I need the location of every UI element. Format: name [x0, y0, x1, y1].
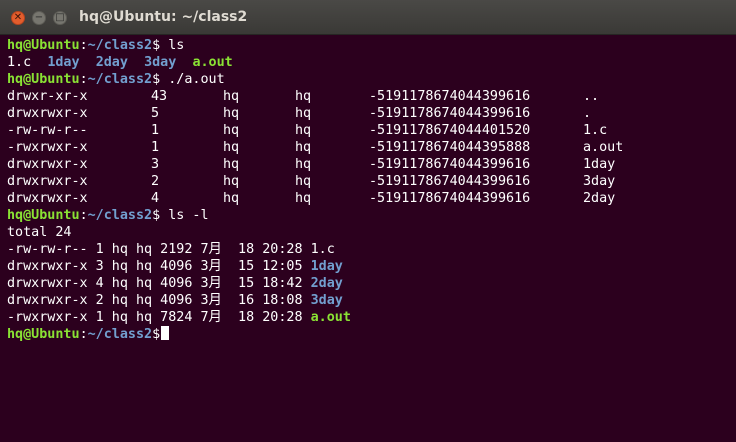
aout-row: drwxrwxr-x 5 hq hq -5191178674044399616. [7, 106, 592, 121]
prompt-path: ~/class2 [87, 72, 153, 87]
prompt-line: hq@Ubuntu:~/class2$ [7, 326, 736, 343]
maximize-icon[interactable]: □ [53, 11, 67, 25]
prompt-path: ~/class2 [87, 38, 153, 53]
window-title: hq@Ubuntu: ~/class2 [79, 9, 248, 25]
terminal-window: ✕ − □ hq@Ubuntu: ~/class2 hq@Ubuntu:~/cl… [0, 0, 736, 442]
dir-entry: 1day [47, 55, 80, 70]
file-entry: 1.c [310, 242, 335, 257]
prompt-user: hq@Ubuntu [7, 327, 80, 342]
prompt-line: hq@Ubuntu:~/class2$ ls -l [7, 208, 209, 223]
command-text: ./a.out [160, 72, 225, 87]
prompt-path: ~/class2 [87, 208, 153, 223]
title-bar: ✕ − □ hq@Ubuntu: ~/class2 [0, 0, 736, 35]
prompt-user: hq@Ubuntu [7, 72, 80, 87]
lsl-row: -rwxrwxr-x 1 hq hq 7824 7月 18 20:28 a.ou… [7, 310, 351, 325]
dir-entry: 1day [310, 259, 343, 274]
lsl-row: -rw-rw-r-- 1 hq hq 2192 7月 18 20:28 1.c [7, 242, 335, 257]
prompt-user: hq@Ubuntu [7, 208, 80, 223]
dir-entry: 3day [310, 293, 343, 308]
lsl-row: drwxrwxr-x 2 hq hq 4096 3月 16 18:08 3day [7, 293, 343, 308]
ls-output-line: 1.c 1day 2day 3day a.out [7, 54, 736, 71]
text-cursor [161, 326, 170, 340]
prompt-path: ~/class2 [87, 327, 153, 342]
aout-row: drwxrwxr-x 4 hq hq -5191178674044399616 2day [7, 191, 616, 206]
lsl-row: drwxrwxr-x 4 hq hq 4096 3月 15 18:42 2day [7, 276, 343, 291]
command-text: ls -l [160, 208, 209, 223]
aout-row: -rwxrwxr-x 1 hq hq -5191178674044395888 a.out [7, 140, 624, 155]
close-icon[interactable]: ✕ [11, 11, 25, 25]
lsl-row: drwxrwxr-x 3 hq hq 4096 3月 15 12:05 1day [7, 259, 343, 274]
prompt-line: hq@Ubuntu:~/class2$ ls [7, 38, 185, 53]
minimize-icon[interactable]: − [32, 11, 46, 25]
prompt-user: hq@Ubuntu [7, 38, 80, 53]
exe-entry: a.out [192, 55, 233, 70]
aout-row: drwxrwxr-x 2 hq hq -5191178674044399616 3day [7, 174, 616, 189]
aout-row: -rw-rw-r-- 1 hq hq -5191178674044401520 1.c [7, 123, 608, 138]
aout-row: drwxrwxr-x 3 hq hq -5191178674044399616 1day [7, 157, 616, 172]
prompt-line: hq@Ubuntu:~/class2$ ./a.out [7, 72, 225, 87]
dir-entry: 3day [144, 55, 177, 70]
dir-entry: 2day [95, 55, 128, 70]
aout-row: drwxr-xr-x 43 hq hq -5191178674044399616.. [7, 89, 600, 104]
lsl-total: total 24 [7, 225, 72, 240]
exe-entry: a.out [310, 310, 351, 325]
file-entry: 1.c [7, 55, 32, 70]
dir-entry: 2day [310, 276, 343, 291]
command-text: ls [160, 38, 185, 53]
terminal-output[interactable]: hq@Ubuntu:~/class2$ ls 1.c 1day 2day 3da… [7, 37, 736, 343]
